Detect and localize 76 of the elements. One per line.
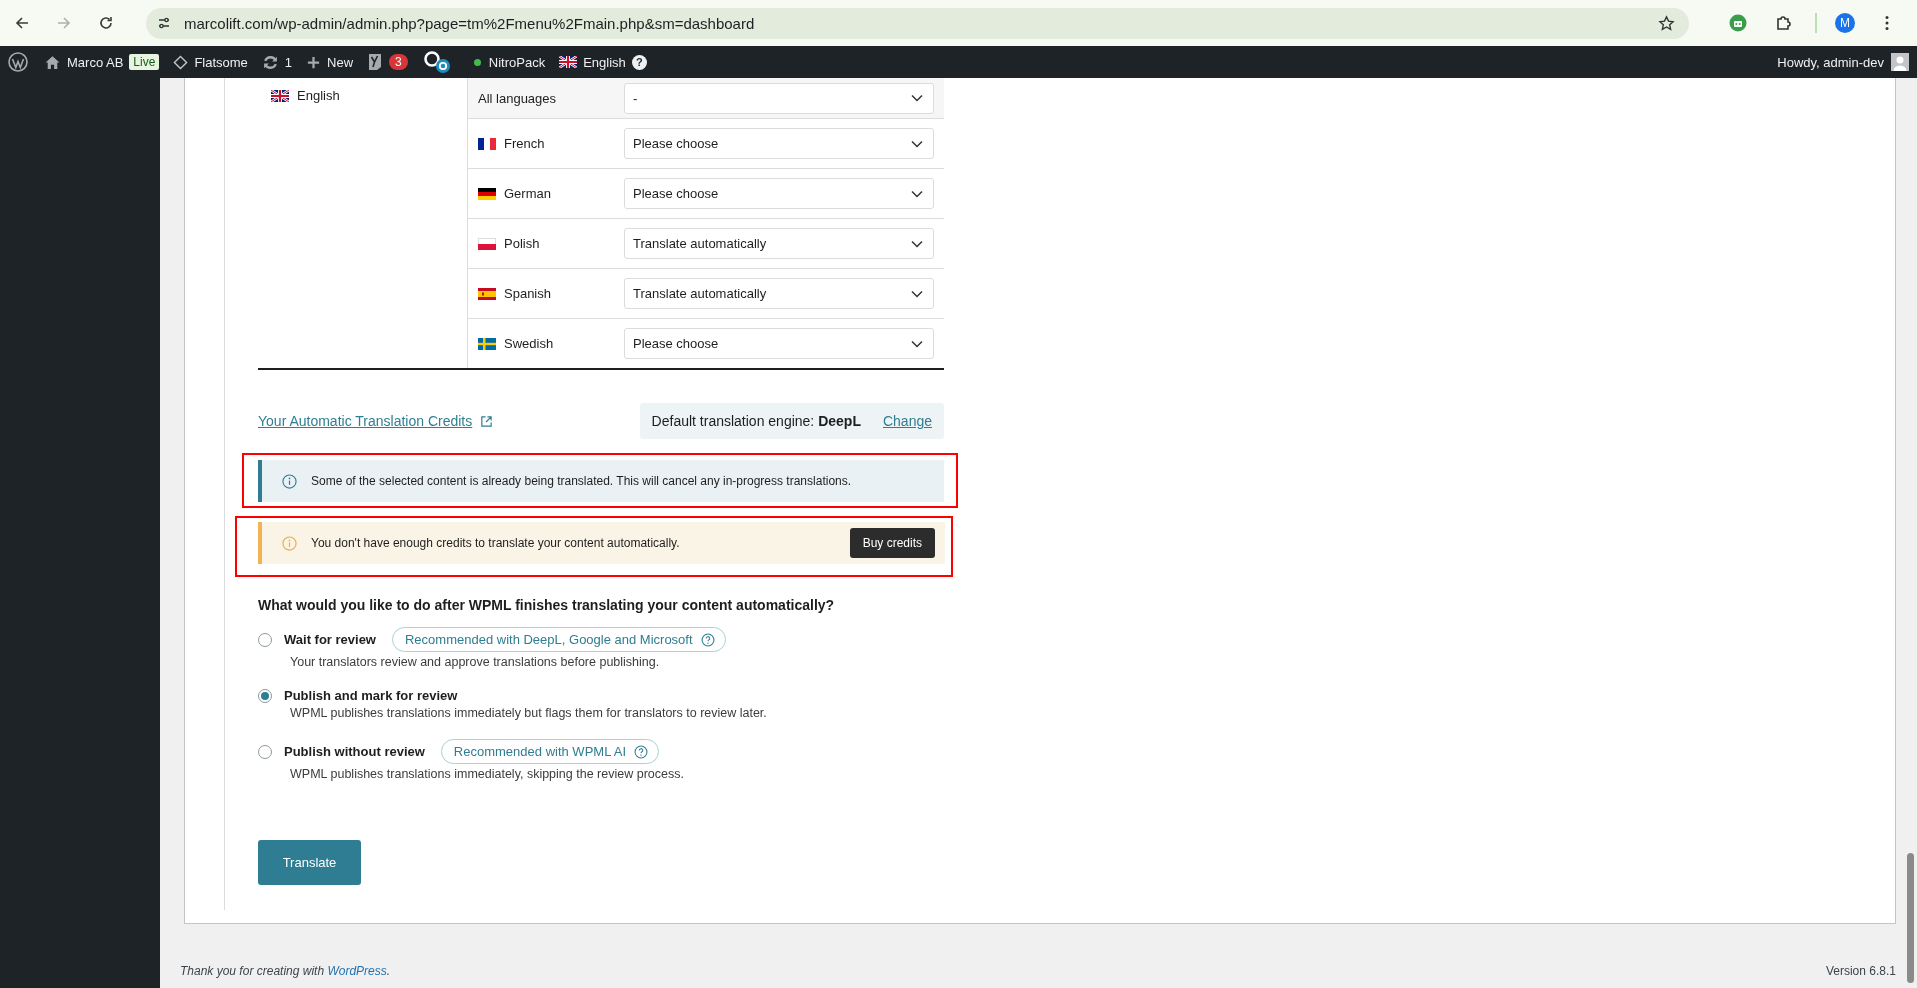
site-name-link[interactable]: Marco AB <box>67 54 124 70</box>
credits-link[interactable]: Your Automatic Translation Credits <box>258 413 473 429</box>
user-greeting[interactable]: Howdy, admin-dev <box>1777 54 1884 70</box>
chevron-icon <box>911 239 923 248</box>
language-name: Spanish <box>504 286 551 301</box>
updates-icon[interactable] <box>261 53 279 71</box>
version-text: Version 6.8.1 <box>1825 964 1896 978</box>
plus-icon[interactable] <box>306 54 322 70</box>
flag-icon <box>478 237 496 250</box>
option-title[interactable]: Publish without review <box>284 744 425 759</box>
help-icon[interactable] <box>700 632 715 647</box>
chevron-icon <box>911 339 923 348</box>
help-icon[interactable]: ? <box>631 54 647 70</box>
translation-method-select[interactable]: Translate automatically <box>624 228 934 259</box>
footer-text: Thank you for creating with WordPress. <box>180 964 391 978</box>
notice-text: You don't have enough credits to translate your content automatically. <box>311 536 681 550</box>
language-switcher[interactable]: English <box>583 54 626 70</box>
option-description: WPML publishes translations immediately but flags them for translators to review later. <box>290 706 768 720</box>
status-dot <box>473 58 481 66</box>
flag-icon[interactable] <box>559 56 578 68</box>
theme-link[interactable]: Flatsome <box>194 54 248 70</box>
menu-icon[interactable] <box>1885 15 1889 31</box>
search-gear-icon[interactable] <box>421 50 452 74</box>
wordpress-link[interactable]: WordPress <box>327 964 387 978</box>
chevron-icon <box>911 189 923 198</box>
translation-method-select[interactable]: Please choose <box>624 128 934 159</box>
language-name: Swedish <box>504 336 554 351</box>
chevron-icon <box>911 139 923 148</box>
robot-extension-icon[interactable] <box>1729 14 1747 32</box>
language-name: German <box>504 186 551 201</box>
updates-count[interactable]: 1 <box>284 54 293 70</box>
flag-icon <box>478 337 496 350</box>
info-icon <box>282 473 297 489</box>
language-name: French <box>504 136 545 151</box>
external-link-icon[interactable] <box>480 414 494 428</box>
all-languages-select[interactable]: - <box>624 82 934 114</box>
option-description: Your translators review and approve translations before publishing. <box>290 655 661 669</box>
seo-plugin-icon[interactable] <box>367 52 384 72</box>
translation-method-select[interactable]: Please choose <box>624 328 934 359</box>
back-icon[interactable] <box>14 15 30 31</box>
puzzle-icon[interactable] <box>1775 14 1793 32</box>
buy-credits-button[interactable]: Buy credits <box>849 528 935 558</box>
option-title[interactable]: Wait for review <box>284 632 376 647</box>
url-text: marcolift.com/wp-admin/admin.php?page=tm%2Fmenu%2Fmain.php&sm=dashboard <box>184 14 756 32</box>
flag-icon <box>478 137 496 150</box>
all-languages-label: All languages <box>478 90 558 106</box>
diamond-icon[interactable] <box>173 54 189 70</box>
reload-icon[interactable] <box>98 15 114 31</box>
profile-avatar[interactable]: M <box>1835 13 1855 33</box>
engine-label: Default translation engine: DeepL <box>651 413 861 429</box>
nitropack-link[interactable]: NitroPack <box>488 54 546 70</box>
source-language: English <box>297 88 340 103</box>
change-link[interactable]: Change <box>882 413 932 429</box>
notification-badge: 3 <box>389 54 408 70</box>
translation-method-select[interactable]: Please choose <box>624 178 934 209</box>
site-info-icon[interactable] <box>156 15 172 31</box>
star-icon[interactable] <box>1658 14 1675 32</box>
info-icon <box>282 535 297 551</box>
option-description: WPML publishes translations immediately, skipping the review process. <box>290 767 685 781</box>
flag-icon <box>478 287 496 300</box>
question-heading: What would you like to do after WPML finishes translating your content automatically? <box>258 597 836 613</box>
address-bar[interactable]: marcolift.com/wp-admin/admin.php?page=tm%2Fmenu%2Fmain.php&sm=dashboard <box>146 7 1689 39</box>
help-icon[interactable] <box>634 744 649 759</box>
live-badge: Live <box>129 54 160 70</box>
flag-icon <box>271 89 289 102</box>
translate-button[interactable]: Translate <box>258 840 361 885</box>
translation-method-select[interactable]: Translate automatically <box>624 278 934 309</box>
option-title[interactable]: Publish and mark for review <box>284 688 458 703</box>
chevron-icon <box>911 289 923 298</box>
language-name: Polish <box>504 236 540 251</box>
chevron-icon <box>911 94 923 102</box>
flag-icon <box>478 187 496 200</box>
notice-text: Some of the selected content is already being translated. This will cancel any in-progress translations. <box>311 474 853 488</box>
wordpress-logo[interactable] <box>8 52 28 72</box>
new-link[interactable]: New <box>327 54 354 70</box>
home-icon[interactable] <box>44 53 61 71</box>
